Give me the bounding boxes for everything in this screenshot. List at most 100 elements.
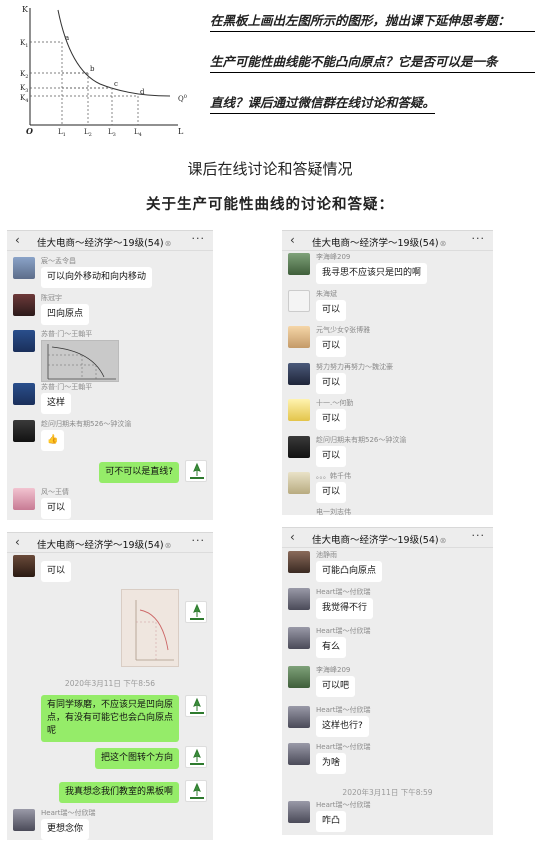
message-bubble[interactable]: 可以吧	[316, 676, 356, 697]
back-icon[interactable]: ‹	[290, 530, 295, 544]
message-bubble[interactable]: 这样也行?	[316, 716, 369, 737]
k4-label: K4	[20, 94, 28, 104]
avatar[interactable]	[288, 472, 310, 494]
message-bubble[interactable]: 为啥	[316, 753, 347, 774]
shared-graph-photo[interactable]	[41, 340, 119, 382]
chat-message: Heart瑞～付欣瑞 我觉得不行	[288, 588, 487, 628]
teacher-avatar[interactable]	[185, 695, 207, 717]
l1-label: L1	[58, 128, 66, 138]
mute-icon: ⊗	[164, 541, 172, 550]
avatar[interactable]	[288, 706, 310, 728]
sender-name: 苏普·门～王翰平	[41, 383, 93, 391]
y-axis-label: K	[22, 5, 29, 14]
sender-name: 苏普·门～王翰平	[41, 330, 93, 338]
k2-label: K2	[20, 70, 28, 80]
sender-name: Heart瑞～付欣瑞	[316, 706, 371, 714]
thumbs-up-message[interactable]: 👍	[41, 430, 65, 451]
avatar[interactable]	[13, 809, 35, 831]
message-bubble[interactable]: 我觉得不行	[316, 598, 374, 619]
message-bubble[interactable]: 咋凸	[316, 811, 347, 832]
chat-message: 。。。韩千伟 可以	[288, 472, 487, 512]
teacher-avatar[interactable]	[185, 460, 207, 482]
sender-name: Heart瑞～付欣瑞	[316, 743, 371, 751]
message-bubble[interactable]: 可以	[41, 498, 72, 519]
avatar[interactable]	[288, 363, 310, 385]
chat-message: 苏普·门～王翰平 这样	[13, 383, 207, 423]
more-icon[interactable]: ···	[472, 232, 486, 245]
sender-name: 池静雨	[316, 551, 337, 559]
back-icon[interactable]: ‹	[15, 233, 20, 247]
avatar[interactable]	[13, 420, 35, 442]
sender-name: 电一刘志伟	[316, 508, 351, 515]
more-icon[interactable]: ···	[192, 232, 206, 245]
avatar[interactable]	[13, 488, 35, 510]
message-bubble[interactable]: 可以	[316, 482, 347, 503]
chat-panel-2: ‹ 佳大电商～经济学～19级(54)⊗ ··· 李海峰209 我寻思不应该只是凹…	[282, 230, 493, 515]
convex-curve-sketch-icon	[135, 600, 174, 661]
blackboard-photo[interactable]	[121, 589, 179, 667]
chat-message: 趁问归期未有期526～钟汶渝 👍	[13, 420, 207, 460]
avatar[interactable]	[288, 627, 310, 649]
message-bubble[interactable]: 凹向原点	[41, 304, 90, 325]
chat-message: 苏普·门～王翰平	[13, 330, 207, 388]
message-bubble[interactable]: 这样	[41, 393, 72, 414]
message-bubble[interactable]: 有么	[316, 637, 347, 658]
sender-name: 元气少女♀张博雅	[316, 326, 371, 334]
chat-header: ‹ 佳大电商～经济学～19级(54)⊗ ···	[7, 533, 213, 553]
avatar[interactable]	[13, 555, 35, 577]
chat-message: Heart瑞～付欣瑞 更想念你	[13, 809, 207, 840]
leaf-logo-icon	[190, 782, 204, 799]
avatar[interactable]	[288, 666, 310, 688]
avatar[interactable]	[13, 330, 35, 352]
message-bubble[interactable]: 可以	[316, 336, 347, 357]
k3-label: K3	[20, 84, 28, 94]
more-icon[interactable]: ···	[472, 529, 486, 542]
teacher-avatar[interactable]	[185, 780, 207, 802]
x-axis-label: L	[178, 127, 184, 136]
message-bubble[interactable]: 更想念你	[41, 819, 90, 840]
avatar[interactable]	[288, 551, 310, 573]
sender-name: Heart瑞～付欣瑞	[316, 627, 371, 635]
chat-message: 十一.～何勤 可以	[288, 399, 487, 439]
timestamp: 2020年3月11日 下午8:56	[64, 679, 156, 688]
teacher-avatar[interactable]	[185, 746, 207, 768]
message-bubble[interactable]: 可以	[41, 561, 72, 582]
group-title: 佳大电商～经济学～19级(54)⊗	[37, 540, 172, 551]
avatar[interactable]	[288, 801, 310, 823]
message-bubble[interactable]: 可不可以是直线?	[99, 462, 179, 483]
back-icon[interactable]: ‹	[15, 535, 20, 549]
point-c-label: c	[114, 80, 118, 88]
message-bubble[interactable]: 我真想念我们教室的黑板啊	[58, 782, 179, 803]
message-bubble[interactable]: 可能凸向原点	[316, 561, 383, 582]
back-icon[interactable]: ‹	[290, 233, 295, 247]
mute-icon: ⊗	[439, 536, 447, 545]
message-bubble[interactable]: 可以向外移动和向内移动	[41, 267, 153, 288]
more-icon[interactable]: ···	[192, 534, 206, 547]
chat-header: ‹ 佳大电商～经济学～19级(54)⊗ ···	[282, 528, 493, 548]
avatar[interactable]	[288, 399, 310, 421]
message-bubble[interactable]: 可以	[316, 409, 347, 430]
chat-panel-4: ‹ 佳大电商～经济学～19级(54)⊗ ··· 池静雨 可能凸向原点 Heart…	[282, 527, 493, 835]
avatar[interactable]	[13, 257, 35, 279]
avatar[interactable]	[288, 253, 310, 275]
sender-name: 李海峰209	[316, 666, 351, 674]
avatar[interactable]	[288, 326, 310, 348]
teacher-avatar[interactable]	[185, 601, 207, 623]
avatar[interactable]	[13, 294, 35, 316]
avatar[interactable]	[13, 383, 35, 405]
message-bubble[interactable]: 可以	[316, 373, 347, 394]
leaf-logo-icon	[190, 697, 204, 714]
sender-name: 风～王倩	[41, 488, 69, 496]
avatar[interactable]	[288, 588, 310, 610]
sender-name: 趁问归期未有期526～钟汶渝	[41, 420, 132, 428]
message-bubble[interactable]: 有同学琢磨，不应该只是凹向原点，有没有可能它也会凸向原点呢	[41, 695, 179, 742]
leaf-logo-icon	[190, 748, 204, 765]
avatar[interactable]	[288, 743, 310, 765]
message-bubble[interactable]: 把这个图转个方向	[94, 748, 179, 769]
message-bubble[interactable]: 可以	[316, 300, 347, 321]
avatar[interactable]	[288, 290, 310, 312]
avatar[interactable]	[288, 436, 310, 458]
message-bubble[interactable]: 我寻思不应该只是凹的啊	[316, 263, 428, 284]
message-bubble[interactable]: 可以	[316, 446, 347, 467]
sender-name: Heart瑞～付欣瑞	[316, 801, 371, 809]
